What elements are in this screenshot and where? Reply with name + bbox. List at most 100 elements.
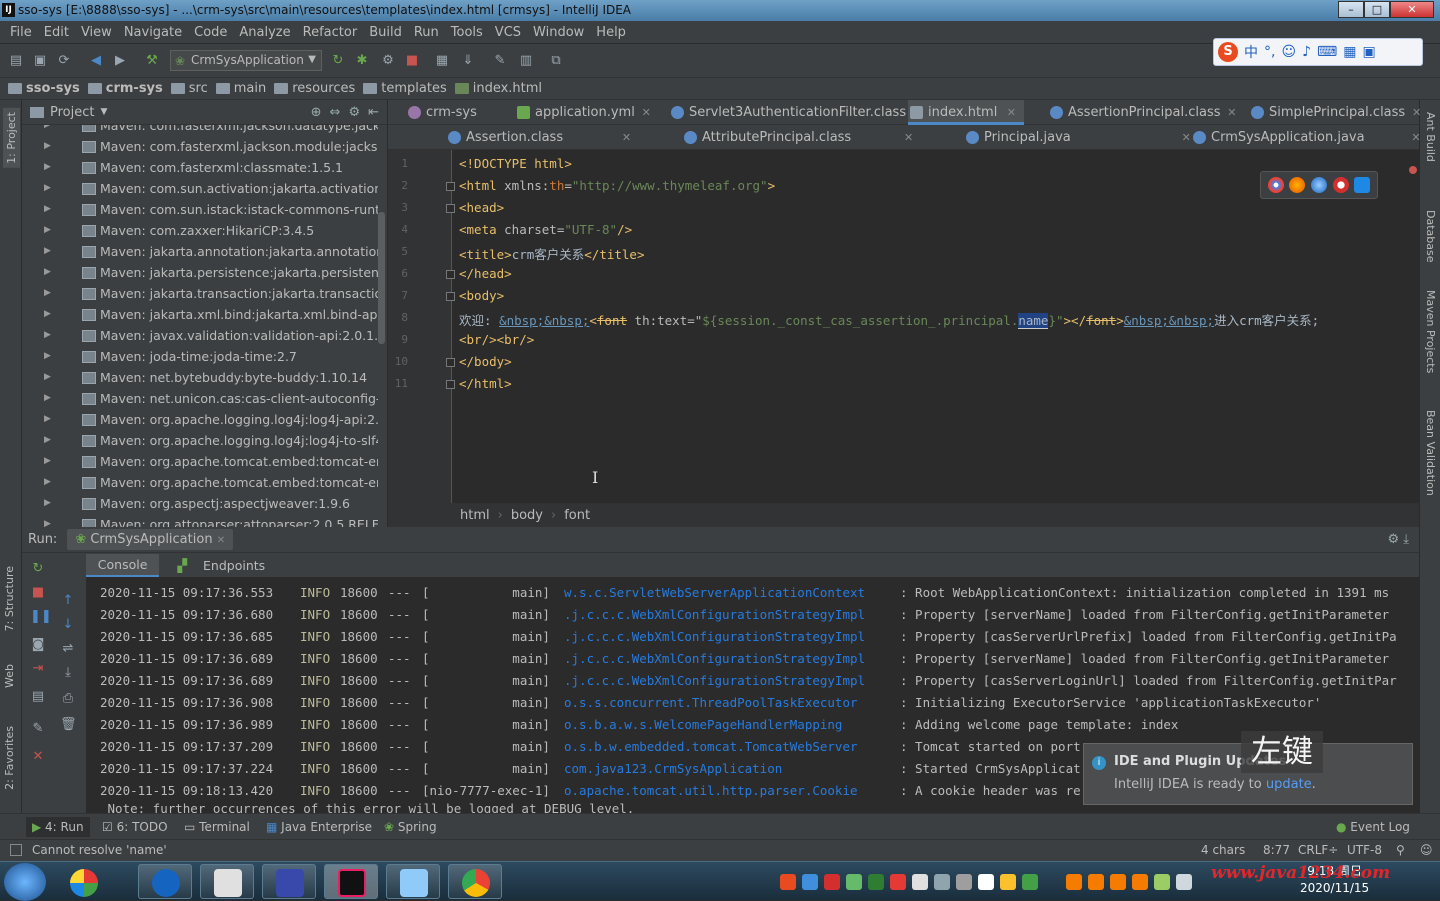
hide-icon[interactable]: ⤓ — [1403, 532, 1409, 547]
maven-projects-tool-tab[interactable]: Maven Projects — [1424, 290, 1437, 373]
tab-terminal[interactable]: ▭ Terminal — [184, 820, 250, 834]
tab-event-log[interactable]: ● Event Log — [1336, 820, 1410, 834]
open-folder-icon[interactable]: ▤ — [8, 53, 24, 69]
log-cls[interactable]: o.s.s.concurrent.ThreadPoolTaskExecutor — [564, 695, 858, 710]
taskbar-app[interactable] — [138, 864, 192, 899]
update-link[interactable]: update — [1266, 777, 1312, 792]
nvidia-icon[interactable] — [868, 874, 884, 890]
tree-item-library[interactable]: ▶ Maven: org.apache.tomcat.embed:tomcat-e… — [22, 451, 378, 472]
menu-tools[interactable]: Tools — [445, 25, 489, 40]
scroll-to-end-icon[interactable]: ⤓ — [60, 665, 76, 681]
volume-icon[interactable] — [1176, 874, 1192, 890]
collapse-icon[interactable]: ⇔ — [330, 105, 341, 120]
forward-icon[interactable]: ▶ — [112, 53, 128, 69]
sync-icon[interactable]: ⟳ — [56, 53, 72, 69]
project-panel-title[interactable]: Project — [50, 105, 94, 120]
bean-validation-tool-tab[interactable]: Bean Validation — [1424, 410, 1437, 496]
soft-wrap-icon[interactable]: ⇌ — [60, 641, 76, 657]
tab-java-enterprise[interactable]: ▦ Java Enterprise — [266, 820, 372, 834]
safari-icon[interactable] — [1310, 177, 1327, 193]
close-tab-icon[interactable]: ✕ — [1412, 100, 1421, 125]
log-cls[interactable]: com.java123.CrmSysApplication — [564, 761, 782, 776]
tray-app-icon[interactable] — [934, 874, 950, 890]
toggle-panels-icon[interactable] — [10, 844, 22, 856]
tray-app-icon[interactable] — [1000, 874, 1016, 890]
log-cls[interactable]: .j.c.c.c.WebXmlConfigurationStrategyImpl — [564, 607, 865, 622]
tab-assertion[interactable]: Assertion.class ✕ — [446, 125, 631, 150]
line-separator[interactable]: CRLF÷ — [1298, 843, 1338, 857]
expand-arrow-icon[interactable]: ▶ — [44, 493, 51, 514]
project-structure-icon[interactable]: ▦ — [434, 53, 450, 69]
ime-voice-icon[interactable]: ♪ — [1302, 44, 1311, 60]
file-encoding[interactable]: UTF-8 — [1347, 843, 1382, 857]
expand-arrow-icon[interactable]: ▶ — [44, 157, 51, 178]
tree-item-library[interactable]: ▶ Maven: jakarta.annotation:jakarta.annot… — [22, 241, 378, 262]
log-cls[interactable]: o.s.b.a.w.s.WelcomePageHandlerMapping — [564, 717, 842, 732]
tree-item-library[interactable]: ▶ Maven: joda-time:joda-time:2.7 — [22, 346, 378, 367]
expand-arrow-icon[interactable]: ▶ — [44, 514, 51, 527]
menu-edit[interactable]: Edit — [38, 25, 75, 40]
project-scrollbar[interactable] — [378, 212, 385, 344]
settings-icon[interactable]: ✎ — [492, 53, 508, 69]
tray-app-icon[interactable] — [1154, 874, 1170, 890]
editor-breadcrumb-item[interactable]: font — [564, 508, 590, 523]
internet-explorer-icon[interactable] — [1354, 177, 1371, 193]
tree-item-library[interactable]: ▶ Maven: com.zaxxer:HikariCP:3.4.5 — [22, 220, 378, 241]
expand-arrow-icon[interactable]: ▶ — [44, 220, 51, 241]
taskbar-app[interactable] — [448, 864, 502, 899]
tab-index-html[interactable]: index.html ✕ — [908, 100, 1024, 125]
breadcrumb-item[interactable]: resources — [274, 81, 355, 96]
tab-crm-sys[interactable]: crm-sys — [406, 100, 477, 125]
editor-breadcrumb-item[interactable]: body — [511, 508, 543, 523]
unresolved-reference[interactable]: name — [1018, 313, 1049, 329]
ant-build-tool-tab[interactable]: Ant Build — [1424, 112, 1437, 162]
back-icon[interactable]: ◀ — [88, 53, 104, 69]
shield-icon[interactable] — [846, 874, 862, 890]
tree-item-library[interactable]: ▶ Maven: com.fasterxml.jackson.datatype:j… — [22, 125, 378, 136]
tray-app-icon[interactable] — [978, 874, 994, 890]
tab-principal-java[interactable]: Principal.java ✕ — [964, 125, 1191, 150]
fold-marker-icon[interactable] — [446, 182, 455, 191]
favorites-tool-tab[interactable]: 2: Favorites — [3, 726, 16, 790]
error-stripe-icon[interactable] — [1409, 166, 1417, 174]
menu-help[interactable]: Help — [590, 25, 632, 40]
web-tool-tab[interactable]: Web — [3, 664, 16, 688]
qq-icon[interactable] — [1066, 874, 1082, 890]
qq-icon[interactable] — [1132, 874, 1148, 890]
expand-arrow-icon[interactable]: ▶ — [44, 346, 51, 367]
ime-keyboard-icon[interactable]: ⌨ — [1317, 44, 1337, 60]
tray-app-icon[interactable] — [890, 874, 906, 890]
tree-item-library[interactable]: ▶ Maven: net.unicon.cas:cas-client-autoco… — [22, 388, 378, 409]
breadcrumb-item[interactable]: templates — [363, 81, 447, 96]
close-tab-icon[interactable]: ✕ — [1182, 125, 1191, 150]
minimize-button[interactable]: – — [1338, 1, 1364, 18]
expand-arrow-icon[interactable]: ▶ — [44, 262, 51, 283]
editor-breadcrumb-item[interactable]: html — [460, 508, 490, 523]
log-cls[interactable]: o.apache.tomcat.util.http.parser.Cookie — [564, 783, 858, 798]
debug-icon[interactable]: ✱ — [354, 53, 370, 69]
breadcrumb-item[interactable]: main — [215, 81, 266, 96]
tree-item-library[interactable]: ▶ Maven: org.apache.tomcat.embed:tomcat-e… — [22, 472, 378, 493]
menu-build[interactable]: Build — [363, 25, 408, 40]
stop-icon[interactable]: ■ — [30, 585, 46, 601]
close-tab-icon[interactable]: ✕ — [904, 125, 913, 150]
fold-marker-icon[interactable] — [446, 270, 455, 279]
ime-toolbar[interactable]: S 中 °, ☺ ♪ ⌨ ▦ ▣ — [1213, 38, 1423, 66]
ime-skin-icon[interactable]: ▦ — [1343, 44, 1356, 60]
database-tool-tab[interactable]: Database — [1424, 210, 1437, 263]
tab-application-yml[interactable]: application.yml ✕ — [515, 100, 651, 125]
tray-app-icon[interactable] — [802, 874, 818, 890]
breadcrumb-item[interactable]: sso-sys — [8, 81, 80, 96]
sdk-icon[interactable]: ⇓ — [460, 53, 476, 69]
close-tab-icon[interactable]: ✕ — [1007, 100, 1016, 125]
tab-endpoints[interactable]: ▞ Endpoints — [165, 555, 277, 576]
tree-item-library[interactable]: ▶ Maven: net.bytebuddy:byte-buddy:1.10.14 — [22, 367, 378, 388]
tree-item-library[interactable]: ▶ Maven: jakarta.xml.bind:jakarta.xml.bin… — [22, 304, 378, 325]
code-editor[interactable]: 1 2 3 4 5 6 7 8 9 10 11 <!DOCTYPE html> … — [388, 150, 1419, 503]
tree-item-library[interactable]: ▶ Maven: com.fasterxml:classmate:1.5.1 — [22, 157, 378, 178]
menu-window[interactable]: Window — [527, 25, 590, 40]
up-icon[interactable]: ↑ — [60, 593, 76, 609]
fold-marker-icon[interactable] — [446, 380, 455, 389]
expand-arrow-icon[interactable]: ▶ — [44, 472, 51, 493]
pause-icon[interactable]: ❚❚ — [30, 609, 52, 625]
